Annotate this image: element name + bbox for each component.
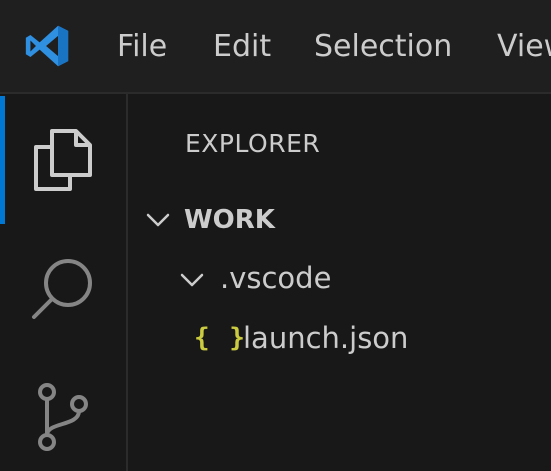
activity-bar (0, 94, 128, 471)
tree-item-label: .vscode (220, 261, 332, 295)
menu-selection[interactable]: Selection (314, 28, 452, 66)
chevron-down-icon (146, 213, 170, 227)
vscode-logo-icon[interactable] (22, 23, 72, 69)
activity-source-control[interactable] (0, 360, 126, 471)
search-icon (32, 259, 92, 319)
sidebar-title: EXPLORER (185, 129, 321, 158)
menu-view[interactable]: View (497, 28, 551, 66)
tree-item-work[interactable]: WORK (130, 192, 551, 248)
tree-item-label: launch.json (243, 321, 409, 355)
json-file-icon: { } (194, 323, 247, 353)
tree-item-launch-json[interactable]: { } launch.json (130, 312, 551, 368)
menu-file[interactable]: File (117, 28, 167, 66)
menu-edit[interactable]: Edit (213, 28, 271, 66)
source-control-icon (38, 383, 88, 451)
vscode-window: File Edit Selection View (0, 0, 551, 471)
title-bar: File Edit Selection View (0, 0, 551, 94)
chevron-down-icon (180, 273, 204, 287)
explorer-sidebar: EXPLORER WORK .vscode { } launch.json (130, 94, 551, 471)
tree-item-label: WORK (184, 205, 275, 235)
explorer-files-icon (34, 129, 92, 191)
activity-explorer[interactable] (0, 102, 126, 218)
activity-search[interactable] (0, 230, 126, 346)
tree-item-vscode-folder[interactable]: .vscode (130, 252, 551, 308)
